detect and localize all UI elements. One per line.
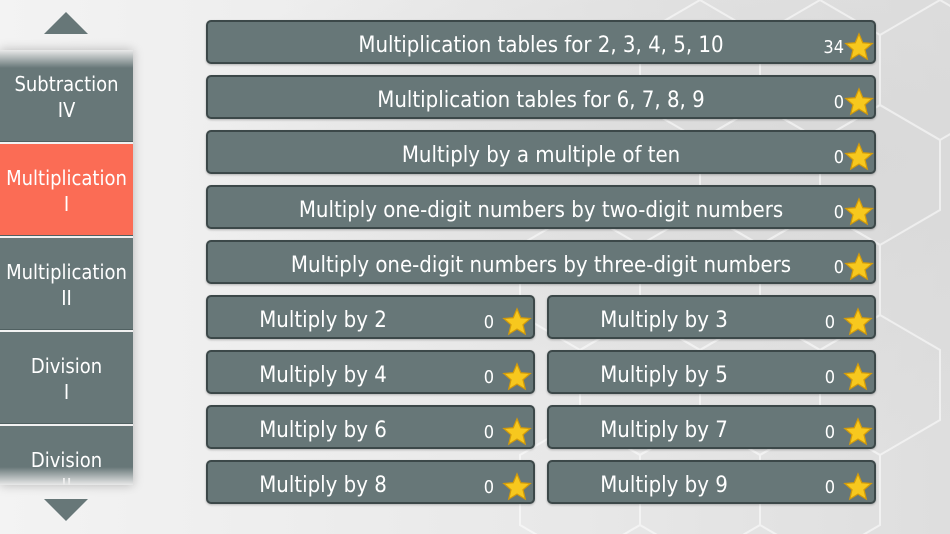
skill-tile[interactable]: Multiplication tables for 2, 3, 4, 5, 10…: [206, 20, 876, 64]
skill-tile-label: Multiply by 2: [259, 308, 387, 333]
star-icon: [844, 252, 874, 281]
star-icon: [844, 197, 874, 226]
star-count: 0: [833, 202, 844, 223]
sidebar-item-division-i[interactable]: Division I: [0, 332, 133, 424]
skill-tile[interactable]: Multiply by 6 0: [206, 405, 535, 449]
skill-tile-label: Multiplication tables for 2, 3, 4, 5, 10: [358, 33, 724, 58]
star-count: 0: [833, 147, 844, 168]
skill-tile-label: Multiply by 8: [259, 473, 387, 498]
skill-tile[interactable]: Multiply by 5 0: [547, 350, 876, 394]
star-count: 0: [483, 477, 494, 498]
sidebar-item-label: Multiplication II: [6, 259, 127, 310]
skill-tile-label: Multiply by 5: [600, 363, 728, 388]
sidebar-item-multiplication-ii[interactable]: Multiplication II: [0, 238, 133, 330]
skill-tile-label: Multiply one-digit numbers by three-digi…: [290, 253, 792, 278]
star-count: 0: [483, 367, 494, 388]
skill-tile[interactable]: Multiply by 4 0: [206, 350, 535, 394]
star-icon: [844, 142, 874, 171]
star-icon: [844, 87, 874, 116]
star-icon: [502, 417, 532, 446]
sidebar-item-label: Division II: [30, 447, 103, 486]
skill-tile-label: Multiply one-digit numbers by two-digit …: [298, 198, 784, 223]
sidebar-item-division-ii[interactable]: Division II: [0, 426, 133, 485]
star-count: 0: [833, 257, 844, 278]
star-count: 0: [824, 422, 835, 443]
skill-tile[interactable]: Multiply by 3 0: [547, 295, 876, 339]
skill-tile[interactable]: Multiply one-digit numbers by two-digit …: [206, 185, 876, 229]
scroll-down-button[interactable]: [44, 499, 88, 521]
category-sidebar: Subtraction IV Multiplication I Multipli…: [0, 50, 133, 485]
star-count: 0: [833, 92, 844, 113]
sidebar-item-multiplication-i[interactable]: Multiplication I: [0, 144, 133, 236]
skill-tile-label: Multiply by 7: [600, 418, 728, 443]
star-icon: [844, 32, 874, 61]
sidebar-item-label: Division I: [30, 353, 103, 404]
star-count: 34: [823, 37, 844, 58]
skill-tile-label: Multiply by 6: [259, 418, 387, 443]
star-icon: [843, 307, 873, 336]
star-count: 0: [824, 312, 835, 333]
skill-tile-label: Multiplication tables for 6, 7, 8, 9: [377, 88, 705, 113]
star-icon: [502, 472, 532, 501]
skill-tile[interactable]: Multiply by 9 0: [547, 460, 876, 504]
skill-tile[interactable]: Multiply one-digit numbers by three-digi…: [206, 240, 876, 284]
star-icon: [502, 362, 532, 391]
star-count: 0: [824, 477, 835, 498]
sidebar-item-label: Subtraction IV: [14, 71, 119, 122]
skill-tile[interactable]: Multiply by 2 0: [206, 295, 535, 339]
sidebar-item-label: Multiplication I: [6, 165, 127, 216]
skill-tile[interactable]: Multiply by 8 0: [206, 460, 535, 504]
skill-tile-label: Multiply by 3: [600, 308, 728, 333]
skill-tile[interactable]: Multiply by a multiple of ten 0: [206, 130, 876, 174]
star-icon: [843, 417, 873, 446]
skill-tile[interactable]: Multiplication tables for 6, 7, 8, 9 0: [206, 75, 876, 119]
star-count: 0: [483, 422, 494, 443]
star-count: 0: [824, 367, 835, 388]
star-icon: [502, 307, 532, 336]
skill-tile-label: Multiply by 4: [259, 363, 387, 388]
scroll-up-button[interactable]: [44, 12, 88, 34]
skill-tile-label: Multiply by a multiple of ten: [401, 143, 681, 168]
skill-tile[interactable]: Multiply by 7 0: [547, 405, 876, 449]
star-count: 0: [483, 312, 494, 333]
sidebar-item-subtraction-iv[interactable]: Subtraction IV: [0, 50, 133, 142]
star-icon: [843, 362, 873, 391]
star-icon: [843, 472, 873, 501]
skill-tile-label: Multiply by 9: [600, 473, 728, 498]
